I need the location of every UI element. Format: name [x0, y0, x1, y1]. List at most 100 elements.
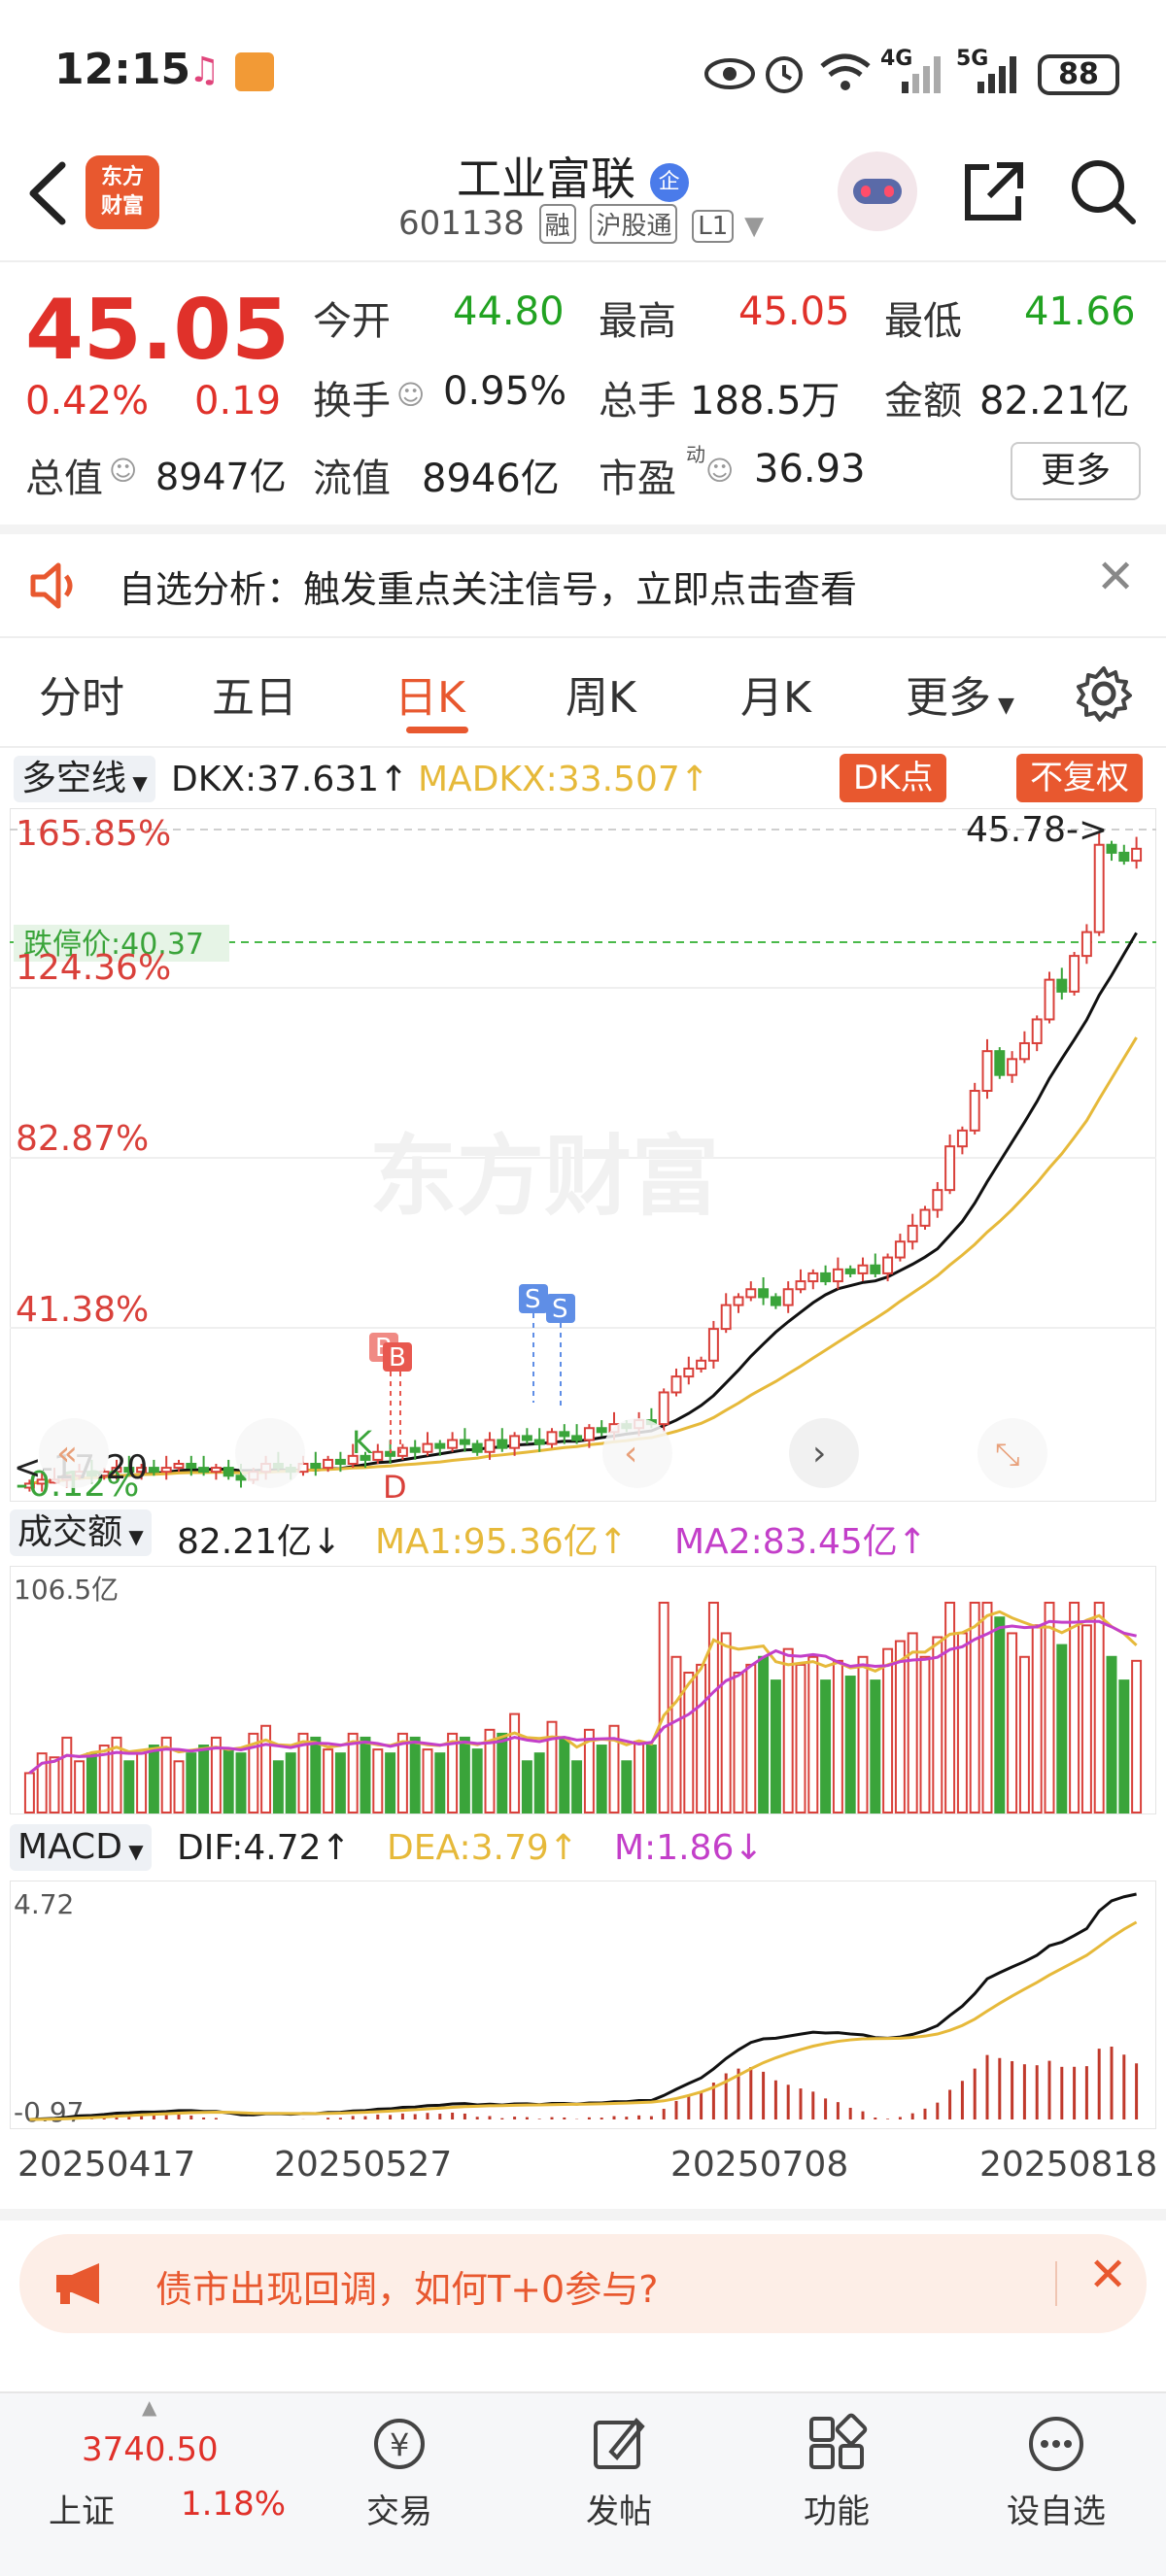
tab-weekly-k[interactable]: 周K	[566, 662, 636, 725]
volume-bar	[1080, 1624, 1092, 1813]
volume-bar	[820, 1679, 832, 1814]
turnover-value: 0.95%	[443, 369, 567, 414]
nav-post[interactable]: 发帖	[546, 2413, 692, 2532]
candle-body	[1044, 978, 1055, 1021]
amount-label: 金额	[884, 379, 962, 424]
info-icon[interactable]: ☺	[109, 455, 137, 487]
zoom-out-button[interactable]	[235, 1418, 305, 1488]
candle-body	[160, 1467, 172, 1474]
stock-name-text: 工业富联	[457, 153, 635, 205]
tab-more[interactable]: 更多 ▼	[906, 662, 1014, 725]
gear-icon[interactable]	[1075, 664, 1133, 723]
candle-body	[310, 1462, 322, 1470]
red-envelope-icon	[235, 52, 274, 91]
share-icon[interactable]	[960, 157, 1028, 225]
level-tag: L1	[692, 210, 735, 243]
nav-features[interactable]: 功能	[764, 2413, 909, 2532]
volume-bar	[870, 1679, 881, 1814]
info-icon[interactable]: ☺	[705, 455, 734, 487]
volume-bar	[844, 1676, 856, 1813]
volume-bar	[459, 1736, 470, 1813]
hk-connect-tag: 沪股通	[590, 204, 678, 244]
volume-bar	[123, 1760, 135, 1814]
index-change[interactable]: 1.18%	[181, 2485, 286, 2524]
promo-banner[interactable]: 债市出现回调，如何T+0参与? ✕	[19, 2234, 1147, 2333]
low-value: 41.66	[1024, 289, 1136, 334]
alert-text: 自选分析：触发重点关注信号，立即点击查看	[119, 568, 858, 611]
close-icon[interactable]: ✕	[1096, 550, 1135, 604]
candle-body	[148, 1467, 159, 1474]
candle-body	[422, 1442, 433, 1453]
signal-4g-icon	[902, 56, 941, 93]
volume-bar	[795, 1663, 806, 1813]
volume-bar	[1018, 1655, 1030, 1814]
mktcap-label: 总值	[25, 457, 103, 501]
search-icon[interactable]	[1069, 157, 1137, 225]
back-arrow-icon[interactable]	[23, 159, 72, 227]
volume-bar	[61, 1736, 73, 1813]
volume-bar	[372, 1748, 384, 1813]
volume-indicator-select[interactable]: 成交额 ▼	[10, 1509, 152, 1556]
macd-m-text: M:1.86	[614, 1828, 735, 1868]
more-button[interactable]: 更多	[1011, 442, 1141, 500]
tab-intraday[interactable]: 分时	[39, 662, 124, 725]
volume-bar	[807, 1655, 819, 1814]
volume-bar	[1007, 1632, 1018, 1814]
macd-chart[interactable]: 4.72 -0.97	[10, 1881, 1156, 2129]
tab-five-day[interactable]: 五日	[212, 662, 297, 725]
candle-body	[546, 1431, 558, 1445]
alert-bar[interactable]: 自选分析：触发重点关注信号，立即点击查看 ✕	[0, 534, 1166, 636]
candle-body	[1056, 978, 1068, 993]
kline-watermark: 东方财富	[369, 1126, 719, 1228]
candle-body	[186, 1462, 197, 1470]
adjust-button[interactable]: 不复权	[1016, 754, 1143, 802]
dk-point-button[interactable]: DK点	[840, 754, 947, 802]
info-icon[interactable]: ☺	[396, 379, 425, 411]
promo-text: 债市出现回调，如何T+0参与?	[155, 2268, 659, 2311]
kline-chart[interactable]: 东方财富 跌停价:40.37 165.85% 124.36% 82.87% 41…	[10, 808, 1156, 1502]
candle-body	[956, 1129, 968, 1148]
candle-body	[447, 1439, 459, 1449]
candle-body	[907, 1224, 918, 1243]
kline-indicator-select-label: 多空线	[21, 759, 127, 798]
kline-indicator-select[interactable]: 多空线 ▼	[14, 756, 155, 802]
status-bar: 12:15 ♫ 4G 5G 88	[0, 0, 1166, 146]
chevron-right-icon: ›	[812, 1434, 826, 1474]
volume-bar	[1031, 1624, 1043, 1813]
app-logo[interactable]: 东方 财富	[86, 155, 159, 229]
candle-body	[1106, 843, 1117, 854]
index-name[interactable]: 上证	[49, 2485, 115, 2532]
candle-body	[720, 1304, 732, 1331]
candle-body	[894, 1240, 906, 1259]
eye-icon	[704, 58, 755, 89]
ai-assistant-avatar[interactable]	[838, 152, 917, 231]
nav-trade[interactable]: ¥ 交易	[326, 2413, 472, 2532]
candle-body	[844, 1268, 856, 1274]
macd-bottom-label: -0.97	[14, 2096, 84, 2128]
tab-more-label: 更多	[906, 673, 991, 723]
svg-text:¥: ¥	[390, 2426, 409, 2463]
volume-bar	[770, 1679, 781, 1814]
volume-chart[interactable]: 106.5亿	[10, 1566, 1156, 1814]
volume-bar	[782, 1647, 794, 1813]
close-icon[interactable]: ✕	[1088, 2248, 1127, 2302]
mktcap-value: 8947亿	[155, 456, 287, 498]
volume-bar	[422, 1748, 433, 1813]
volume-bar	[1106, 1655, 1117, 1814]
volume-ma2-text: MA2:83.45亿	[674, 1522, 898, 1562]
macd-top-label: 4.72	[14, 1888, 74, 1920]
index-value[interactable]: 3740.50	[82, 2430, 219, 2469]
candle-body	[882, 1256, 894, 1274]
volume-bar	[956, 1632, 968, 1814]
volume-bar	[932, 1636, 943, 1814]
candle-body	[459, 1439, 470, 1445]
nav-add-watchlist[interactable]: 设自选	[983, 2413, 1129, 2532]
macd-indicator-select[interactable]: MACD ▼	[10, 1824, 152, 1871]
volume-bar	[136, 1752, 148, 1813]
dropdown-icon[interactable]: ▼	[744, 212, 764, 241]
tab-monthly-k[interactable]: 月K	[740, 662, 811, 725]
alarm-icon	[766, 56, 803, 93]
date-label-4: 20250818	[979, 2145, 1158, 2185]
tab-daily-k[interactable]: 日K	[394, 662, 465, 725]
volume-indicator-select-label: 成交额	[17, 1512, 123, 1552]
